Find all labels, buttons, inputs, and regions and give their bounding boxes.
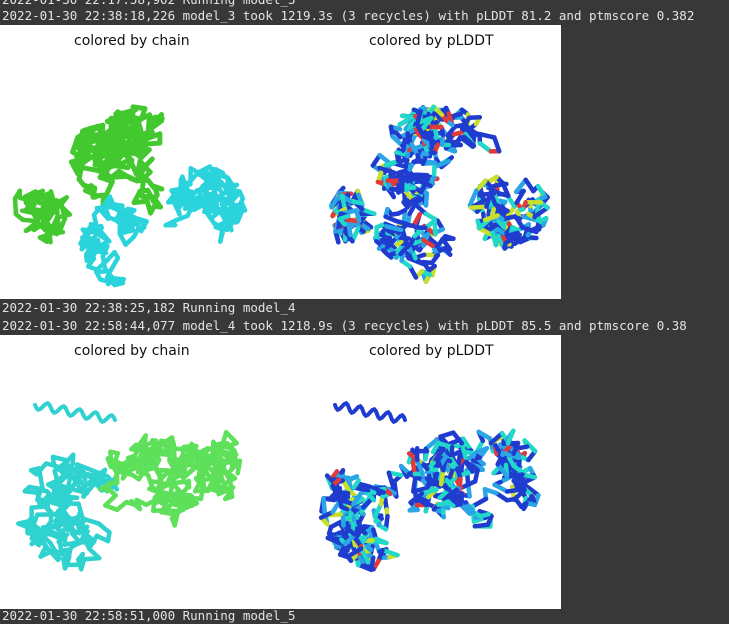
chain-a-trace	[145, 159, 152, 167]
structure-panel-model-3: colored by chain colored by pLDDT	[0, 25, 561, 299]
protein-structure-render-model-3	[0, 25, 561, 299]
chain-b-trace	[192, 444, 193, 459]
helix-trace	[335, 403, 405, 421]
plddt-trace	[473, 499, 486, 507]
chain-a-trace	[83, 519, 98, 524]
protein-structure-render-model-4	[0, 335, 561, 609]
chain-b-trace	[142, 221, 144, 227]
plddt-trace	[461, 481, 475, 488]
plddt-trace	[418, 155, 419, 162]
log-line-running-model-3: 2022-01-30 22:17:58,902 Running model_3	[2, 0, 296, 8]
log-line-running-model-5: 2022-01-30 22:58:51,000 Running model_5	[2, 608, 296, 624]
chain-a-trace	[47, 494, 49, 509]
structure-panel-model-4: colored by chain colored by pLDDT	[0, 335, 561, 609]
helix-trace	[35, 403, 115, 421]
log-line-running-model-4: 2022-01-30 22:38:25,182 Running model_4	[2, 300, 296, 316]
chain-b-trace	[110, 258, 118, 271]
plddt-trace	[471, 207, 486, 208]
log-line-model-3-result: 2022-01-30 22:38:18,226 model_3 took 121…	[2, 8, 694, 24]
chain-a-trace	[15, 199, 16, 215]
chain-b-trace	[238, 461, 240, 473]
log-line-model-4-result: 2022-01-30 22:58:44,077 model_4 took 121…	[2, 318, 687, 334]
